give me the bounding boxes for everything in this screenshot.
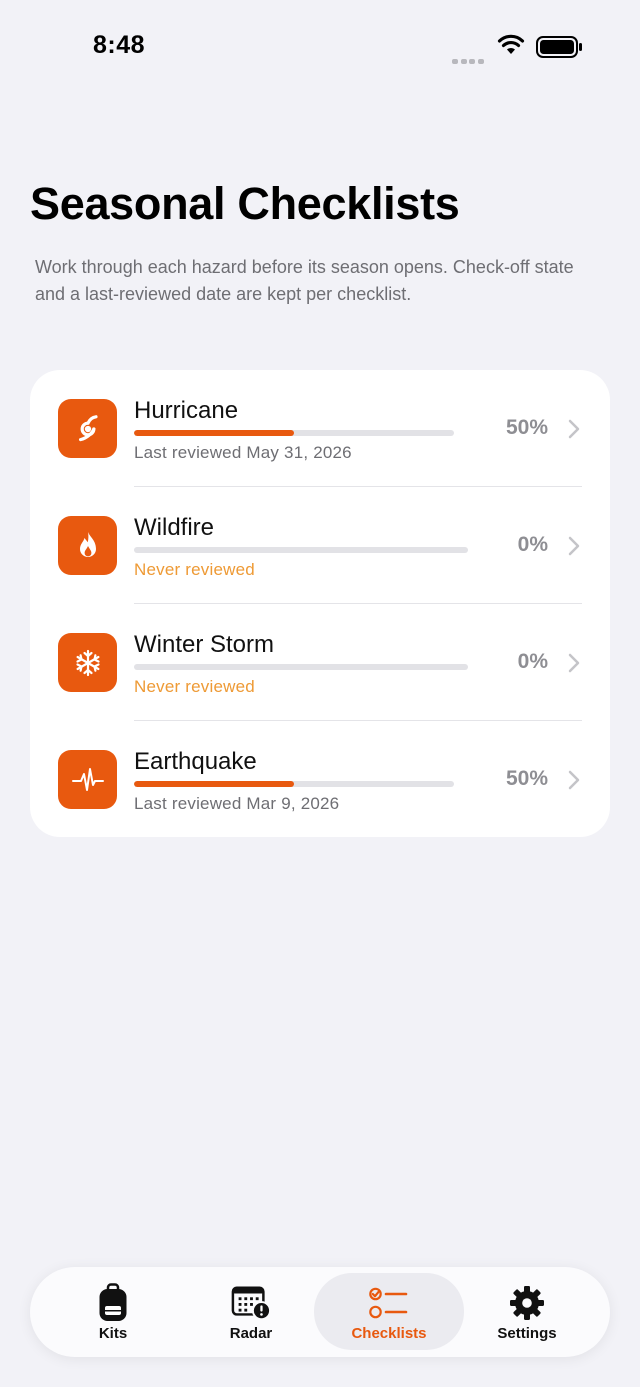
backpack-icon <box>93 1283 133 1323</box>
checklist-row-earthquake[interactable]: Earthquake Last reviewed Mar 9, 2026 50% <box>30 721 610 838</box>
last-reviewed-label: Last reviewed Mar 9, 2026 <box>134 794 340 813</box>
last-reviewed-label: Never reviewed <box>134 560 255 579</box>
progress-bar <box>134 547 468 553</box>
tab-label: Radar <box>229 1325 273 1342</box>
last-reviewed-label: Never reviewed <box>134 677 255 696</box>
tab-radar[interactable]: Radar <box>176 1273 326 1350</box>
checklist-row-hurricane[interactable]: Hurricane Last reviewed May 31, 2026 50% <box>30 370 610 487</box>
tab-label: Kits <box>98 1325 128 1342</box>
tab-label: Checklists <box>351 1325 427 1342</box>
progress-bar <box>134 664 468 670</box>
progress-percent: 50% <box>505 767 548 790</box>
progress-bar <box>134 430 454 436</box>
progress-percent: 0% <box>517 650 548 673</box>
flame-icon <box>58 516 117 575</box>
progress-fill <box>134 781 294 787</box>
tab-kits[interactable]: Kits <box>38 1273 188 1350</box>
chevron-right-icon <box>568 653 580 673</box>
checklist-row-winter-storm[interactable]: Winter Storm Never reviewed 0% <box>30 604 610 721</box>
tab-bar: Kits Radar Checklists Settings <box>30 1267 610 1357</box>
waveform-icon <box>58 750 117 809</box>
status-time: 8:48 <box>93 31 146 59</box>
checklist-row-wildfire[interactable]: Wildfire Never reviewed 0% <box>30 487 610 604</box>
checklist-title: Wildfire <box>134 514 215 541</box>
checklist-title: Winter Storm <box>134 631 275 658</box>
gear-icon <box>507 1283 547 1323</box>
wifi-icon <box>497 34 525 54</box>
tab-label: Settings <box>497 1325 557 1342</box>
chevron-right-icon <box>568 419 580 439</box>
progress-percent: 50% <box>505 416 548 439</box>
status-indicators <box>452 34 587 64</box>
page-title: Seasonal Checklists <box>30 178 460 229</box>
cellular-signal-icon <box>452 51 486 69</box>
progress-percent: 0% <box>517 533 548 556</box>
battery-icon <box>536 36 582 58</box>
progress-fill <box>134 430 294 436</box>
hurricane-icon <box>58 399 117 458</box>
chevron-right-icon <box>568 536 580 556</box>
checklist-icon <box>369 1283 409 1323</box>
checklist-list: Hurricane Last reviewed May 31, 2026 50%… <box>30 370 610 837</box>
snowflake-icon <box>58 633 117 692</box>
status-bar: 8:48 <box>0 0 640 94</box>
last-reviewed-label: Last reviewed May 31, 2026 <box>134 443 352 462</box>
page-subtitle: Work through each hazard before its seas… <box>35 257 574 304</box>
chevron-right-icon <box>568 770 580 790</box>
tab-settings[interactable]: Settings <box>452 1273 602 1350</box>
checklist-title: Hurricane <box>134 397 239 424</box>
calendar-alert-icon <box>231 1283 271 1323</box>
progress-bar <box>134 781 454 787</box>
checklist-title: Earthquake <box>134 748 257 775</box>
tab-checklists[interactable]: Checklists <box>314 1273 464 1350</box>
